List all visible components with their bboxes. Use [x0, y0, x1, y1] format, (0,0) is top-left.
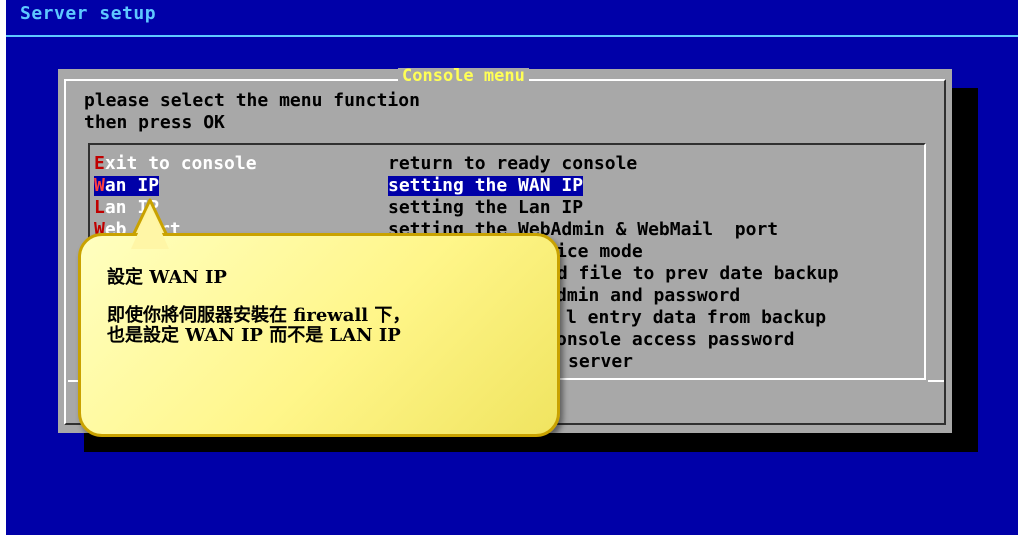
callout-title: 設定 WAN IP: [107, 267, 227, 288]
dialog-title: Console menu: [398, 68, 529, 85]
menu-item-label: xit to console: [104, 153, 257, 174]
screen-title: Server setup: [20, 3, 157, 24]
menu-desc-partial[interactable]: onsole access password: [556, 330, 794, 350]
hotkey: E: [94, 153, 105, 174]
callout-line-1: 即使你將伺服器安裝在 firewall 下，: [107, 305, 411, 326]
hotkey: L: [94, 197, 105, 218]
menu-item-lan-ip[interactable]: Lan IP: [94, 198, 159, 218]
menu-desc-partial[interactable]: dmin and password: [556, 286, 740, 306]
callout-line-2: 也是設定 WAN IP 而不是 LAN IP: [107, 325, 401, 346]
prompt-line-2: then press OK: [84, 112, 225, 133]
menu-item-label: an IP: [104, 197, 160, 218]
prompt-line-1: please select the menu function: [84, 90, 420, 111]
annotation-callout: 設定 WAN IP 即使你將伺服器安裝在 firewall 下， 也是設定 WA…: [78, 233, 560, 437]
separator-line-right: [928, 380, 944, 382]
menu-desc-lan-ip[interactable]: setting the Lan IP: [388, 198, 583, 218]
menu-desc-wan-ip[interactable]: setting the WAN IP: [388, 176, 584, 196]
menu-desc-partial[interactable]: ice mode: [556, 242, 643, 262]
menu-item-label: an IP: [104, 175, 160, 196]
menu-item-wan-ip[interactable]: Wan IP: [94, 175, 160, 196]
menu-desc-exit[interactable]: return to ready console: [388, 154, 637, 174]
hotkey: W: [94, 175, 105, 196]
menu-item-exit-to-console[interactable]: Exit to console: [94, 154, 257, 174]
menu-desc-partial[interactable]: rd file to prev date backup: [546, 264, 839, 284]
menu-desc-partial[interactable]: l entry data from backup: [566, 308, 826, 328]
title-underline: [6, 35, 1018, 37]
callout-body: 即使你將伺服器安裝在 firewall 下， 也是設定 WAN IP 而不是 L…: [107, 306, 410, 346]
menu-desc-partial[interactable]: server: [568, 352, 633, 372]
